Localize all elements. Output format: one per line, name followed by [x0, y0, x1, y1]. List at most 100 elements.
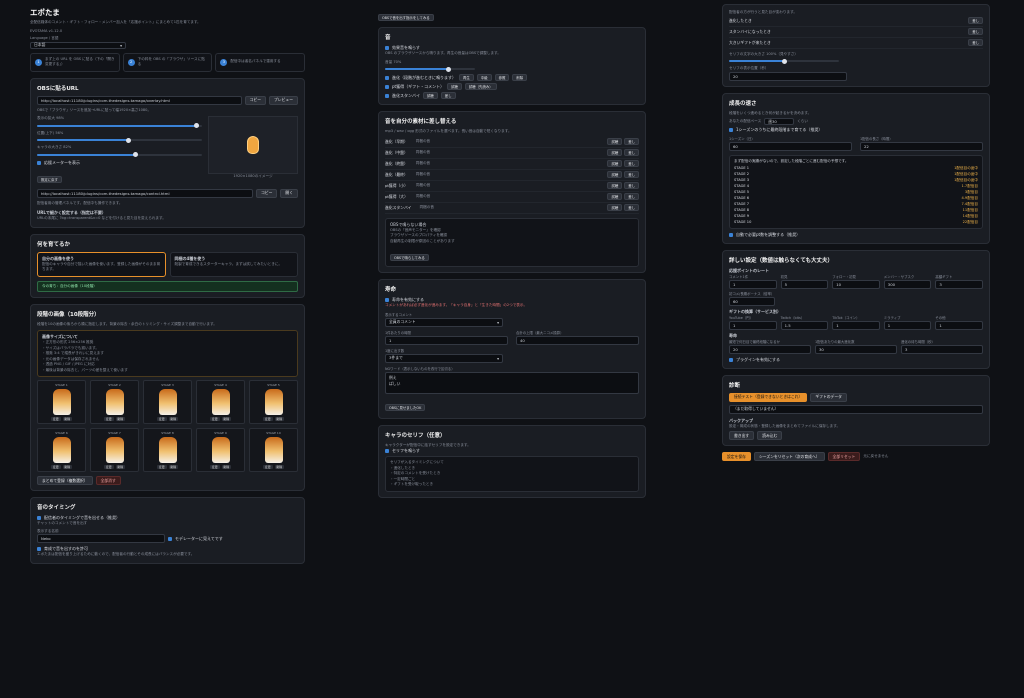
speech-size-slider[interactable] — [729, 58, 839, 64]
export-button[interactable]: 書き出す — [729, 431, 755, 440]
replace-button[interactable]: 差し — [624, 138, 639, 145]
browse-button[interactable]: 参照 — [494, 74, 510, 81]
stage-card[interactable]: STAGE 5 変更 削除 — [249, 380, 298, 424]
language-select[interactable]: 日本語 ▾ — [30, 41, 126, 49]
reset-season-button[interactable]: シーズンをリセット（次の育成へ） — [753, 452, 825, 461]
delete-button[interactable]: 削除 — [274, 465, 285, 469]
auto-adjust-checkbox[interactable] — [729, 232, 733, 237]
stage-card[interactable]: STAGE 7 変更 削除 — [90, 428, 139, 472]
field-input[interactable]: 1 — [935, 320, 983, 330]
sound-checkbox[interactable] — [385, 46, 389, 50]
ng-words-textarea[interactable]: 例え ばしい — [385, 371, 639, 394]
delete-button[interactable]: 削除 — [221, 465, 232, 469]
connection-test-button[interactable]: 接続テスト（登録できないときはこれ） — [729, 392, 808, 402]
speech-time-input[interactable]: 20 — [729, 71, 847, 81]
meter-checkbox[interactable] — [37, 160, 41, 165]
change-button[interactable]: 変更 — [209, 465, 220, 469]
delete-button[interactable]: 削除 — [168, 417, 179, 421]
replace-button[interactable]: 差し — [624, 171, 639, 178]
change-button[interactable]: 変更 — [50, 417, 61, 421]
save-settings-button[interactable]: 設定を保存 — [722, 452, 751, 461]
field-input[interactable]: 1 — [729, 279, 777, 289]
stage-card[interactable]: STAGE 8 変更 削除 — [143, 428, 192, 472]
delete-button[interactable]: 削除 — [274, 417, 285, 421]
season-days-input[interactable]: 60 — [729, 142, 852, 151]
play-button[interactable]: 再生 — [459, 74, 474, 81]
stage-card[interactable]: STAGE 3 変更 削除 — [143, 380, 192, 424]
import-button[interactable]: 読み込む — [757, 431, 783, 440]
field-input[interactable]: 30 — [815, 344, 897, 354]
field-input[interactable]: 3 — [901, 344, 983, 354]
stage-card[interactable]: STAGE 10 変更 削除 — [249, 428, 298, 472]
change-button[interactable]: 変更 — [156, 417, 167, 421]
replace-button[interactable]: 差し — [440, 92, 456, 99]
evolve-sound-checkbox[interactable] — [385, 75, 389, 80]
pt-sound-checkbox[interactable] — [385, 84, 389, 89]
plugin-checkbox[interactable] — [729, 357, 733, 362]
delete-button[interactable]: 削除 — [62, 465, 73, 469]
delete-button[interactable]: 削除 — [115, 465, 126, 469]
copy-overlay-url-button[interactable]: コピー — [244, 95, 267, 105]
test-button[interactable]: 試聴 — [607, 160, 623, 167]
stage-card[interactable]: STAGE 6 変更 削除 — [37, 428, 86, 472]
name-input[interactable]: Neko — [37, 534, 165, 543]
field-input[interactable]: 10 — [832, 279, 880, 289]
change-button[interactable]: 変更 — [209, 417, 220, 421]
test-button[interactable]: 試聴 — [607, 204, 623, 211]
test-button[interactable]: 試聴 — [607, 138, 623, 145]
size-slider[interactable] — [37, 123, 202, 128]
replace-button[interactable]: 差し — [624, 160, 639, 167]
pace-select[interactable]: 週30 — [764, 118, 795, 125]
bonus-input[interactable]: 60 — [729, 296, 775, 306]
mid-button[interactable]: 中級 — [476, 74, 492, 81]
stage-card[interactable]: STAGE 1 変更 削除 — [37, 380, 86, 424]
field-input[interactable]: 300 — [883, 279, 932, 289]
preview-button[interactable]: プレビュー — [269, 95, 298, 105]
copy-control-url-button[interactable]: コピー — [256, 188, 278, 198]
change-button[interactable]: 変更 — [103, 417, 114, 421]
change-button[interactable]: 変更 — [103, 465, 114, 469]
replace-button[interactable]: 差し — [624, 193, 639, 200]
replace-button[interactable]: 差し — [624, 149, 639, 156]
field-input[interactable]: 3 — [935, 279, 983, 289]
field-input[interactable]: 5 — [780, 279, 829, 289]
delete-button[interactable]: 削除 — [115, 417, 126, 421]
stream-hours-input[interactable]: 22 — [860, 142, 983, 151]
control-url-input[interactable]: http://localhost:11180/plugins/com.thede… — [37, 188, 254, 198]
volume-slider[interactable] — [385, 66, 475, 72]
delete-button[interactable]: 削除 — [512, 74, 528, 81]
limit-input[interactable]: 40 — [516, 335, 639, 345]
replace-button[interactable]: 差し — [968, 17, 983, 24]
moderator-checkbox[interactable] — [168, 536, 172, 541]
comment-select[interactable]: 全員のコメント ▾ — [385, 317, 503, 327]
standby-sound-checkbox[interactable] — [385, 93, 389, 98]
reset-all-button[interactable]: 全部リセット — [827, 452, 861, 461]
change-button[interactable]: 変更 — [156, 465, 167, 469]
field-input[interactable]: 1 — [832, 320, 880, 330]
bundled-option[interactable]: 同梱の4種を使う 既製で育成できるスターターキャラ。まずは試してみたいときに。 — [169, 251, 298, 277]
delete-button[interactable]: 削除 — [62, 417, 73, 421]
change-button[interactable]: 変更 — [50, 465, 61, 469]
gift-data-button[interactable]: ギフトのデータ — [810, 392, 847, 402]
change-button[interactable]: 変更 — [262, 465, 273, 469]
change-button[interactable]: 変更 — [262, 417, 273, 421]
test-button[interactable]: 試聴 — [423, 92, 438, 99]
open-button[interactable]: 開く — [280, 188, 298, 198]
lifetime-checkbox[interactable] — [385, 298, 389, 302]
delete-button[interactable]: 削除 — [168, 465, 179, 469]
field-input[interactable]: 20 — [729, 344, 811, 354]
replace-button[interactable]: 差し — [624, 182, 639, 189]
field-input[interactable]: 1 — [883, 320, 932, 330]
y-slider[interactable] — [37, 137, 202, 143]
field-input[interactable]: 1 — [729, 320, 777, 330]
clear-all-button[interactable]: 全部消す — [95, 476, 121, 485]
reset-default-button[interactable]: 既定に戻す — [37, 175, 62, 183]
x-slider[interactable] — [37, 152, 202, 157]
own-image-option[interactable]: 自分の画像を使う 配信のキャラや自分で描いた画像を使います。登録した画像がそのま… — [37, 251, 166, 277]
obs-sound-test-button[interactable]: OBSで音を出す指示をしてみる — [378, 14, 434, 21]
stage-card[interactable]: STAGE 9 変更 削除 — [196, 428, 245, 472]
test-button[interactable]: 試聴 — [607, 171, 623, 178]
obs-show-button[interactable]: OBSに見せましたOK — [385, 403, 426, 411]
overlay-url-input[interactable]: http://localhost:11180/plugins/com.thede… — [37, 95, 242, 105]
delete-button[interactable]: 削除 — [221, 417, 232, 421]
